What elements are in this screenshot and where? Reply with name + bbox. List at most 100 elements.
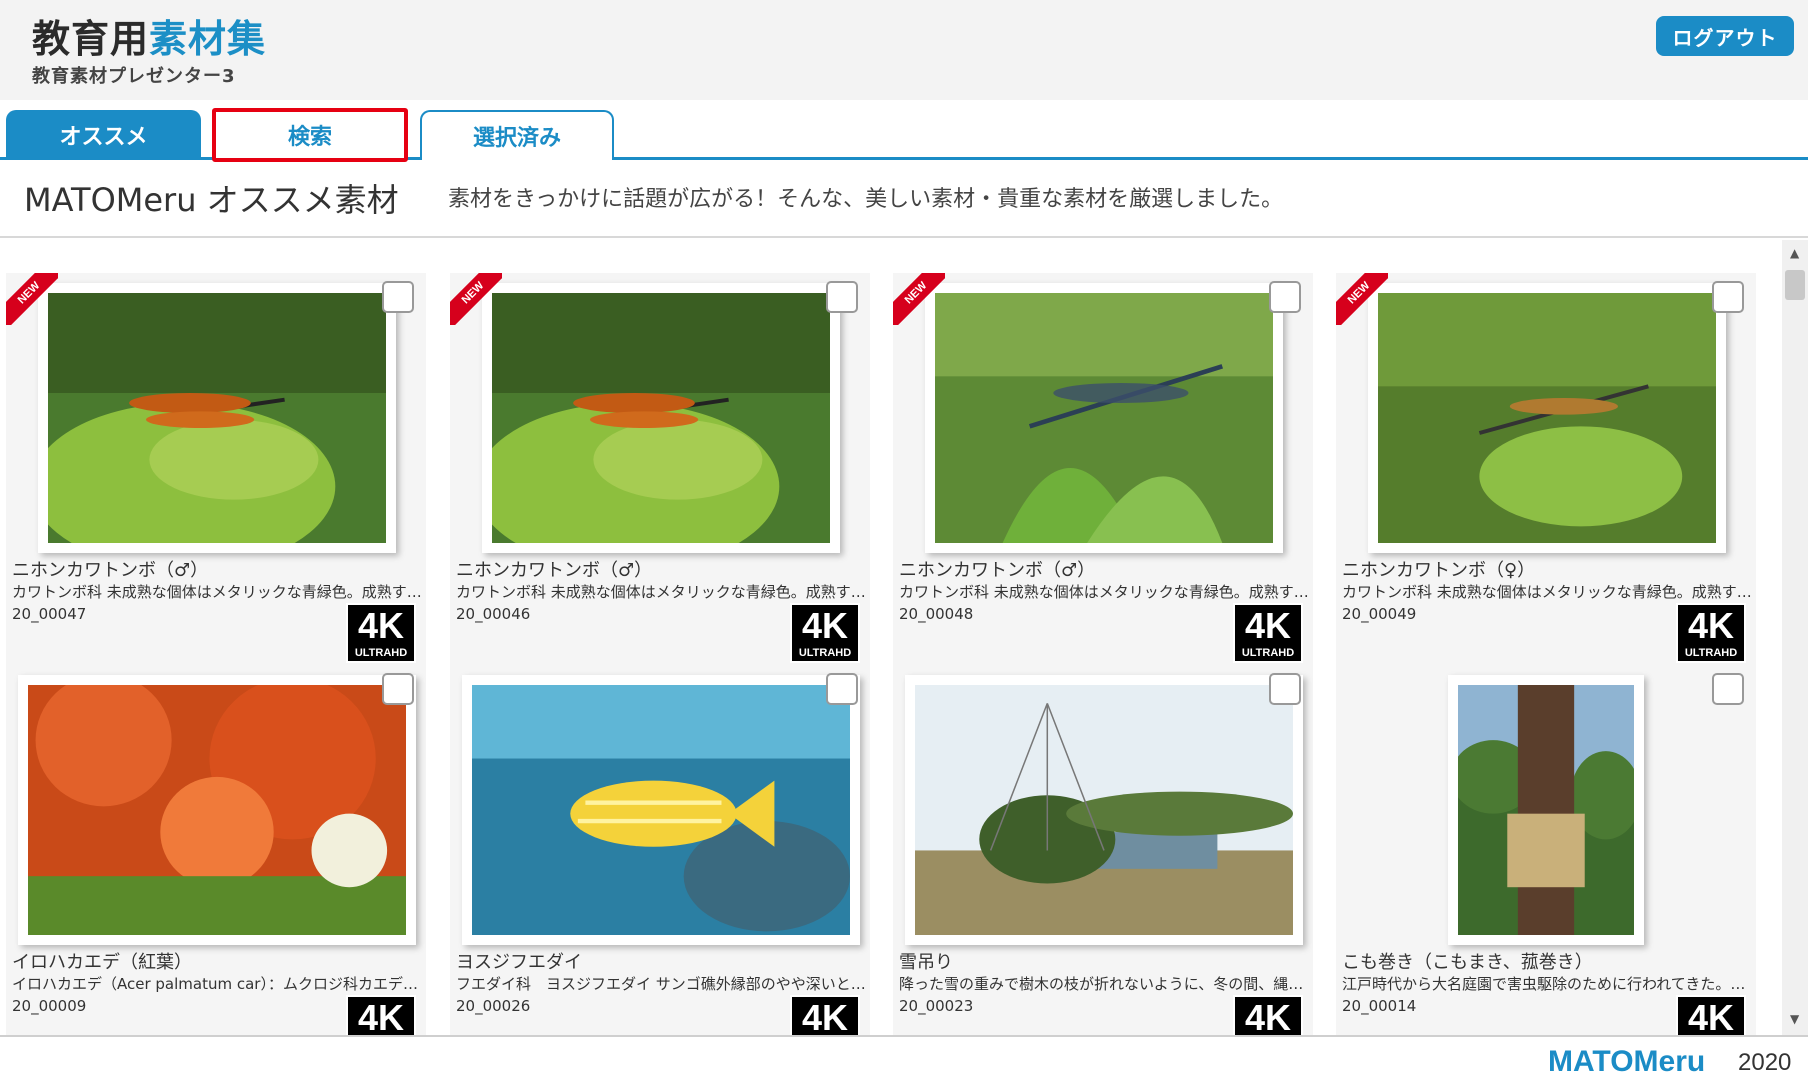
card-title: イロハカエデ（紅葉） (12, 952, 192, 973)
4k-ultrahd-badge: 4KULTRAHD (1676, 995, 1746, 1035)
select-checkbox[interactable] (382, 673, 414, 705)
tab-selected[interactable]: 選択済み (420, 110, 614, 160)
4k-ultrahd-badge: 4KULTRAHD (346, 995, 416, 1035)
scroll-up-arrow-icon[interactable]: ▲ (1790, 246, 1799, 260)
material-card[interactable]: 4KULTRAHD ヨスジフエダイフエダイ科 ヨスジフエダイ サンゴ礁外縁部のやや… (450, 665, 870, 1035)
badge-4k-text: 4K (357, 997, 405, 1035)
thumbnail-frame[interactable] (1448, 675, 1644, 945)
4k-ultrahd-badge: 4KULTRAHD (1233, 995, 1303, 1035)
thumbnail-image[interactable] (28, 685, 406, 935)
section-description: 素材をきっかけに話題が広がる！そんな、美しい素材・貴重な素材を厳選しました。 (448, 187, 1284, 212)
card-description: カワトンボ科 未成熟な個体はメタリックな青緑色。成熟す… (899, 583, 1309, 601)
card-id: 20_00009 (12, 997, 87, 1015)
thumbnail-frame[interactable] (1368, 283, 1726, 553)
card-title: ニホンカワトンボ（♂） (899, 560, 1096, 581)
app-logo: 教育用素材集 教育素材プレゼンター3 (32, 18, 266, 88)
card-id: 20_00014 (1342, 997, 1417, 1015)
material-card[interactable]: 4K ULTRAHD NEW ニホンカワトンボ（♂） カワトンボ科 未成熟な個体はメタリ… (450, 273, 870, 675)
material-card[interactable]: 4KULTRAHD 雪吊り降った雪の重みで樹木の枝が折れないように、冬の間、縄で…… (893, 665, 1313, 1035)
card-id: 20_00023 (899, 997, 974, 1015)
select-checkbox[interactable] (826, 673, 858, 705)
thumbnail-image[interactable] (472, 685, 850, 935)
new-label: NEW (1336, 273, 1388, 325)
badge-4k-text: 4K (801, 605, 849, 646)
select-checkbox[interactable] (1712, 673, 1744, 705)
thumbnail-image[interactable] (1378, 293, 1716, 543)
card-description: 江戸時代から大名庭園で害虫駆除のために行われてきた。「… (1342, 975, 1752, 993)
card-description: カワトンボ科 未成熟な個体はメタリックな青緑色。成熟す… (1342, 583, 1752, 601)
app-header: 教育用素材集 教育素材プレゼンター3 ログアウト (0, 0, 1808, 100)
badge-4k-text: 4K (801, 997, 849, 1035)
badge-4k-text: 4K (357, 605, 405, 646)
select-checkbox[interactable] (382, 281, 414, 313)
new-ribbon-icon: NEW (6, 273, 58, 325)
section-header: MATOMeru オススメ素材 素材をきっかけに話題が広がる！そんな、美しい素材… (0, 163, 1808, 238)
4k-ultrahd-badge: 4KULTRAHD (1233, 603, 1303, 663)
material-card[interactable]: 4K ULTRAHD NEW ニホンカワトンボ（♂） カワトンボ科 未成熟な個体はメタリ… (6, 273, 426, 675)
4k-ultrahd-badge: 4KULTRAHD (1676, 603, 1746, 663)
4k-ultrahd-badge: 4KULTRAHD (790, 603, 860, 663)
scrollbar-thumb[interactable] (1785, 270, 1805, 300)
thumbnail-image[interactable] (48, 293, 386, 543)
select-checkbox[interactable] (826, 281, 858, 313)
card-description: フエダイ科 ヨスジフエダイ サンゴ礁外縁部のやや深いと… (456, 975, 866, 993)
badge-4k-text: 4K (1687, 997, 1735, 1035)
footer-year: 2020 (1738, 1049, 1792, 1076)
material-card[interactable]: 4KULTRAHD こも巻き（こもまき、菰巻き） 江戸時代から大名庭園で害虫駆除のた… (1336, 665, 1756, 1035)
logo-main-text: 教育用 (32, 17, 150, 61)
badge-4k-text: 4K (1687, 605, 1735, 646)
card-id: 20_00049 (1342, 605, 1417, 623)
badge-4k-text: 4K (1244, 997, 1292, 1035)
card-title: ニホンカワトンボ（♂） (12, 560, 209, 581)
thumbnail-frame[interactable] (18, 675, 416, 945)
card-title: ヨスジフエダイ (456, 952, 582, 973)
thumbnail-image[interactable] (492, 293, 830, 543)
card-title: ニホンカワトンボ（♂） (456, 560, 653, 581)
material-card[interactable]: 4K ULTRAHD NEW ニホンカワトンボ（♂） カワトンボ科 未成熟な個体はメタリ… (893, 273, 1313, 675)
thumbnail-frame[interactable] (482, 283, 840, 553)
new-ribbon-icon: NEW (1336, 273, 1388, 325)
new-label: NEW (450, 273, 502, 325)
material-grid: 4K ULTRAHD NEW ニホンカワトンボ（♂） カワトンボ科 未成熟な個体はメタリ… (0, 240, 1782, 1035)
app-footer: MATOMeru 2020 (0, 1035, 1808, 1080)
4k-ultrahd-badge: 4KULTRAHD (346, 603, 416, 663)
select-checkbox[interactable] (1269, 673, 1301, 705)
new-ribbon-icon: NEW (450, 273, 502, 325)
badge-4k-text: 4K (1244, 605, 1292, 646)
thumbnail-frame[interactable] (462, 675, 860, 945)
thumbnail-frame[interactable] (925, 283, 1283, 553)
logout-button[interactable]: ログアウト (1656, 16, 1794, 56)
new-label: NEW (6, 273, 58, 325)
scroll-down-arrow-icon[interactable]: ▼ (1790, 1012, 1799, 1026)
card-description: イロハカエデ（Acer palmatum car）：ムクロジ科カエデ属… (12, 975, 422, 993)
card-id: 20_00047 (12, 605, 87, 623)
footer-logo: MATOMeru (1548, 1045, 1706, 1078)
logo-subtitle: 教育素材プレゼンター3 (32, 66, 236, 87)
thumbnail-frame[interactable] (905, 675, 1303, 945)
tab-bar: オススメ 検索 選択済み (0, 100, 1808, 162)
material-card[interactable]: 4KULTRAHD イロハカエデ（紅葉） イロハカエデ（Acer palmatum … (6, 665, 426, 1035)
card-description: 降った雪の重みで樹木の枝が折れないように、冬の間、縄で… (899, 975, 1309, 993)
card-title: 雪吊り (899, 952, 953, 973)
tab-search[interactable]: 検索 (212, 108, 408, 162)
4k-ultrahd-badge: 4KULTRAHD (790, 995, 860, 1035)
card-title: ニホンカワトンボ（♀） (1342, 560, 1536, 581)
select-checkbox[interactable] (1712, 281, 1744, 313)
tab-recommend[interactable]: オススメ (6, 110, 201, 160)
card-description: カワトンボ科 未成熟な個体はメタリックな青緑色。成熟す… (456, 583, 866, 601)
card-description: カワトンボ科 未成熟な個体はメタリックな青緑色。成熟す… (12, 583, 422, 601)
select-checkbox[interactable] (1269, 281, 1301, 313)
thumbnail-image[interactable] (935, 293, 1273, 543)
card-id: 20_00048 (899, 605, 974, 623)
badge-ultrahd-text: ULTRAHD (1684, 647, 1738, 659)
badge-ultrahd-text: ULTRAHD (354, 647, 408, 659)
thumbnail-image[interactable] (1458, 685, 1634, 935)
new-ribbon-icon: NEW (893, 273, 945, 325)
thumbnail-frame[interactable] (38, 283, 396, 553)
thumbnail-image[interactable] (915, 685, 1293, 935)
card-title: こも巻き（こもまき、菰巻き） (1342, 952, 1593, 973)
new-label: NEW (893, 273, 945, 325)
card-id: 20_00046 (456, 605, 531, 623)
vertical-scrollbar[interactable]: ▲ ▼ (1782, 240, 1808, 1035)
material-card[interactable]: 4K ULTRAHD NEW ニホンカワトンボ（♀） カワトンボ科 未成熟な個体はメタリ… (1336, 273, 1756, 675)
